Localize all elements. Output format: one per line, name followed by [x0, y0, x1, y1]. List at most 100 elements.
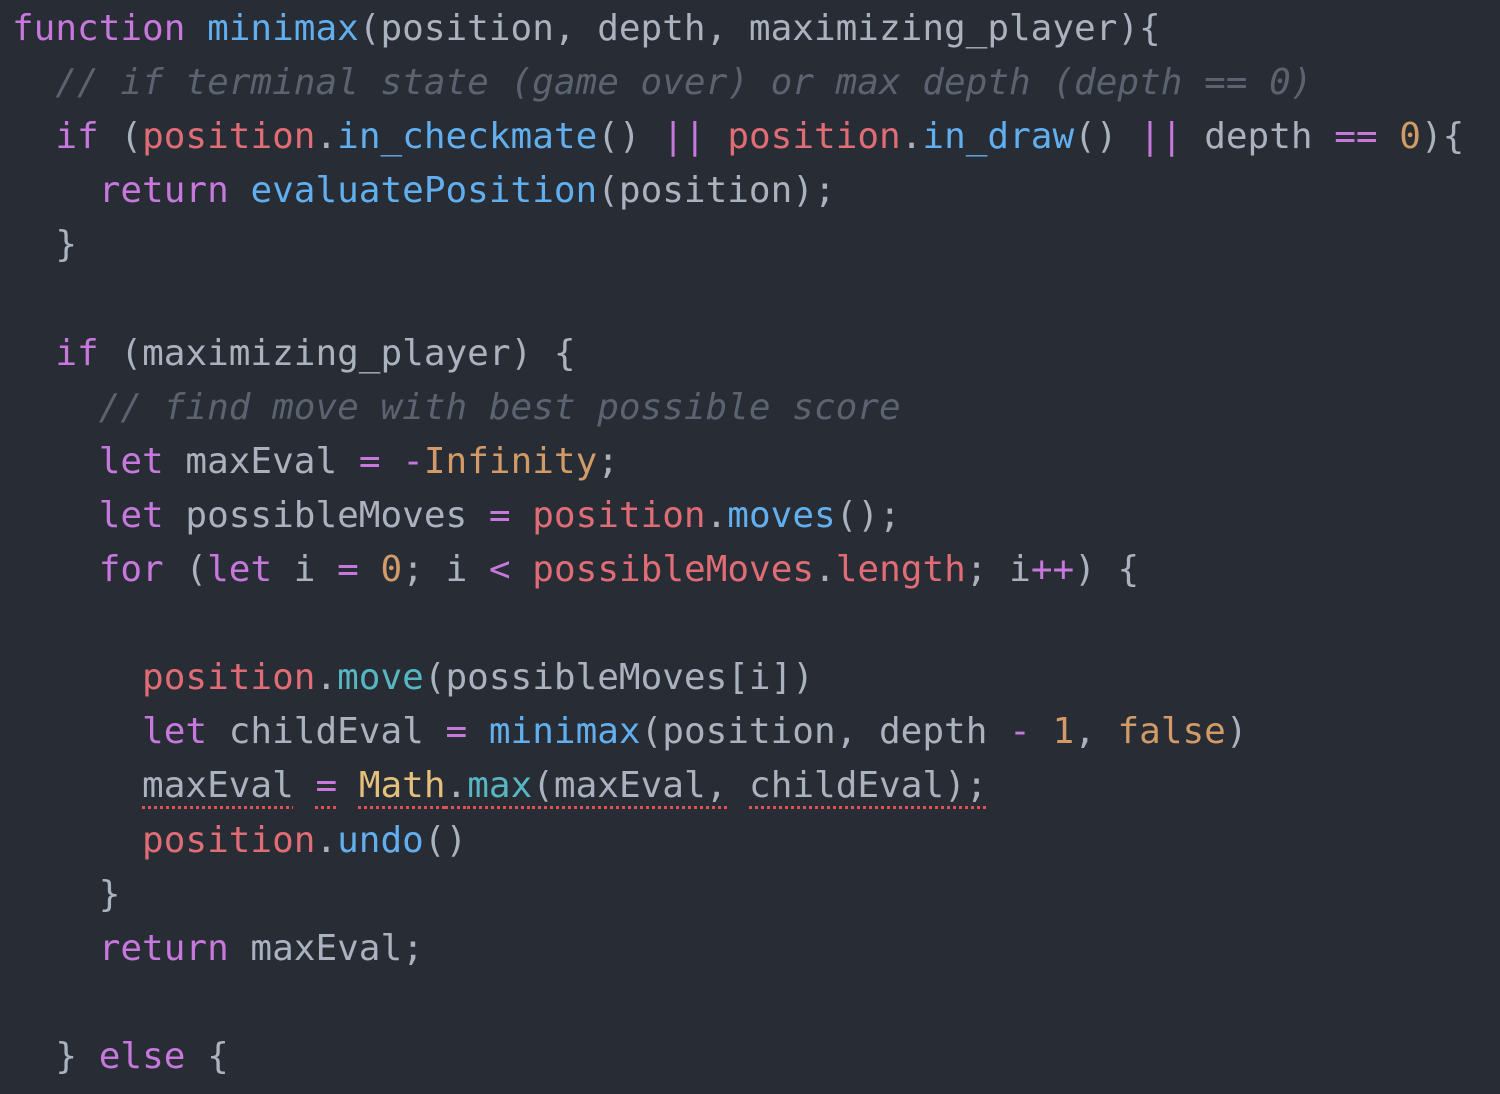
code-line[interactable]: // find move with best possible score	[12, 381, 901, 435]
code-token: (possibleMoves[i])	[423, 657, 814, 699]
code-line[interactable]: if (maximizing_player) {	[12, 327, 576, 381]
code-token: let	[142, 711, 208, 753]
code-token: maxEval	[163, 440, 359, 482]
code-token: ==	[1334, 116, 1378, 158]
code-token: ){	[1420, 116, 1465, 158]
code-token: undo	[337, 819, 424, 861]
code-token: in_checkmate	[337, 116, 598, 158]
code-token: (position, depth, maximizing_player){	[358, 8, 1161, 49]
code-token: false	[1117, 711, 1226, 753]
code-token: (	[163, 549, 208, 590]
code-token: else	[98, 1035, 186, 1077]
code-token: minimax	[488, 711, 641, 753]
code-line[interactable]: return maxEval;	[12, 922, 424, 976]
code-token: max	[467, 765, 533, 807]
code-token: ||	[1139, 116, 1183, 158]
code-token: ()	[423, 819, 468, 861]
code-token: .	[445, 765, 468, 807]
code-token: possibleMoves	[532, 549, 815, 590]
code-line[interactable]: maxEval = Math.max(maxEval, childEval);	[12, 759, 987, 813]
code-token: (position);	[597, 170, 836, 212]
code-editor[interactable]: function minimax(position, depth, maximi…	[0, 0, 1500, 1094]
code-token: 1	[1052, 711, 1075, 753]
code-token: }	[55, 1035, 78, 1077]
code-line[interactable]: position.undo()	[12, 814, 467, 868]
code-token: }	[55, 224, 78, 266]
code-line[interactable]: }	[12, 218, 77, 272]
code-token: evaluatePosition	[250, 170, 598, 212]
code-token: position	[142, 819, 316, 861]
code-token: moves	[727, 494, 836, 536]
code-line[interactable]: position.move(possibleMoves[i])	[12, 651, 814, 705]
code-token: ; i	[402, 549, 489, 590]
code-token: (	[98, 116, 143, 158]
code-token: <	[488, 549, 511, 590]
code-line[interactable]: let childEval = minimax(position, depth …	[12, 705, 1248, 759]
code-token: let	[207, 549, 273, 590]
code-line[interactable]: for (let i = 0; i < possibleMoves.length…	[12, 543, 1140, 597]
code-token: position	[142, 657, 316, 699]
code-token: =	[445, 711, 468, 753]
code-line[interactable]: }	[12, 868, 121, 922]
code-line[interactable]: // if terminal state (game over) or max …	[12, 56, 1312, 110]
code-token: .	[315, 819, 338, 861]
code-token: if	[55, 332, 99, 374]
code-token: ;	[597, 440, 619, 482]
code-token: .	[900, 116, 923, 158]
code-line[interactable]: return evaluatePosition(position);	[12, 164, 836, 218]
code-token: {	[185, 1035, 229, 1077]
code-token: minimax	[207, 8, 359, 49]
code-token: Infinity	[423, 440, 598, 482]
code-token: =	[358, 440, 381, 482]
code-token: (maximizing_player) {	[98, 332, 576, 374]
code-token: .	[814, 549, 836, 590]
code-token: maxEval	[142, 765, 294, 807]
code-token: childEval);	[749, 765, 988, 807]
code-token: (position, depth	[640, 711, 1010, 753]
code-token: 0	[380, 549, 403, 590]
code-token: length	[835, 549, 966, 590]
code-line[interactable]: function minimax(position, depth, maximi…	[12, 2, 1161, 56]
code-token: ()	[597, 116, 663, 158]
code-token: if	[55, 116, 99, 158]
code-token: -	[1009, 711, 1031, 753]
code-token: =	[315, 765, 338, 807]
code-token: position	[727, 116, 901, 158]
code-line[interactable]: if (position.in_checkmate() || position.…	[12, 110, 1464, 164]
code-line[interactable]: let possibleMoves = position.moves();	[12, 489, 901, 543]
code-token: maxEval;	[228, 927, 424, 969]
code-line[interactable]: let maxEval = -Infinity;	[12, 435, 619, 489]
code-token: function	[12, 8, 186, 49]
code-token: ++	[1030, 549, 1075, 590]
code-token: =	[337, 549, 359, 590]
code-line[interactable]: } else {	[12, 1030, 229, 1084]
code-token: depth	[1182, 116, 1335, 158]
code-token: ||	[662, 116, 706, 158]
code-token: =	[488, 494, 511, 536]
code-token: possibleMoves	[163, 494, 489, 536]
